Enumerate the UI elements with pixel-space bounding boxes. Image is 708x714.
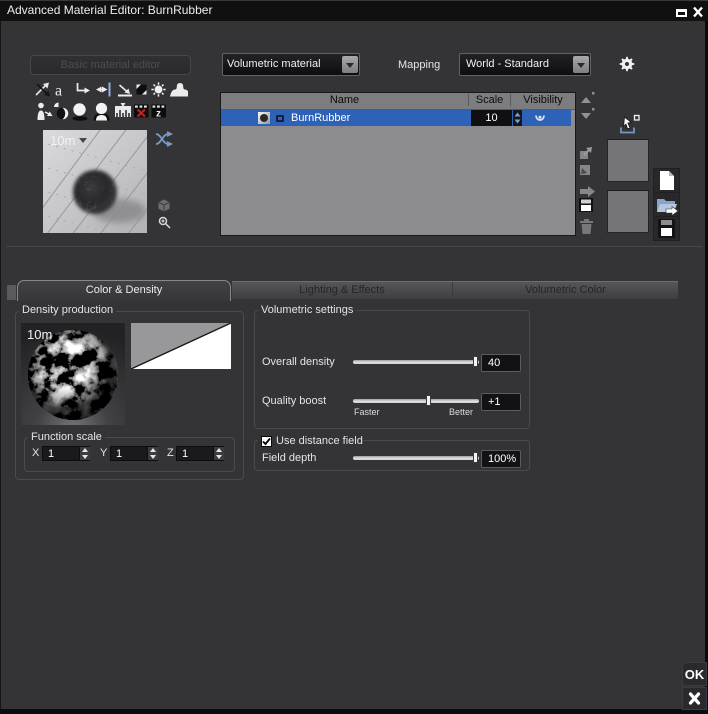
svg-text:a: a — [55, 83, 62, 100]
svg-text:10m: 10m — [27, 327, 52, 342]
svg-text:10m: 10m — [50, 133, 75, 148]
svg-text:z: z — [156, 109, 161, 120]
